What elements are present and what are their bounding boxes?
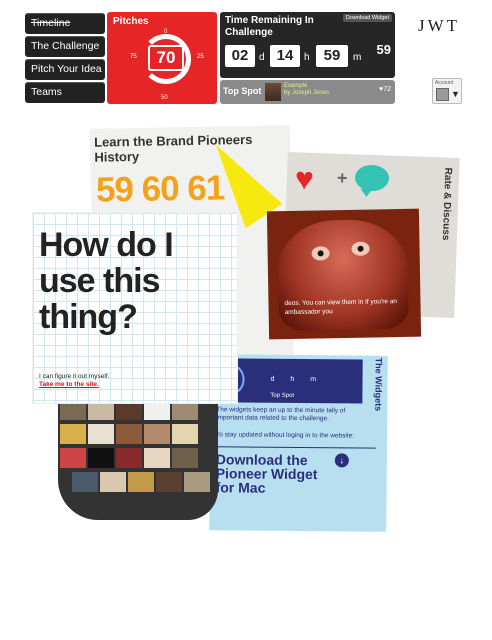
nav-timeline[interactable]: Timeline — [25, 13, 105, 34]
team-photo — [128, 472, 154, 492]
heart-icon: ♥ — [294, 160, 315, 197]
minutes-unit: m — [353, 52, 362, 63]
time-remaining-panel: Time Remaining In Challenge Download Wid… — [220, 12, 395, 78]
team-photo — [116, 424, 142, 444]
history-numbers: 59 60 61 — [96, 168, 225, 210]
pitches-title: Pitches — [113, 16, 149, 27]
widgets-instruction: To stay updated without loging in to the… — [216, 431, 355, 440]
dial-tick-right: 25 — [197, 54, 204, 60]
rate-discuss-title: Rate & Discuss — [439, 167, 454, 241]
download-widget-link[interactable]: Download the Pioneer Widget for Mac — [216, 451, 326, 495]
avatar — [436, 88, 449, 101]
widgets-description: The widgets keep an up to the minute tal… — [216, 406, 346, 423]
team-photos-card — [58, 396, 218, 520]
dial-tick-left: 75 — [130, 54, 137, 60]
help-self-serve-text: I can figure it out myself. — [39, 373, 110, 380]
hours-value: 14 — [270, 45, 300, 67]
widget-top-spot: Top Spot — [270, 392, 295, 399]
account-label: Account — [435, 80, 454, 86]
team-photo — [144, 448, 170, 468]
team-photo — [156, 472, 182, 492]
team-photo — [116, 448, 142, 468]
plus-icon: + — [336, 167, 348, 189]
top-spot-byline: by Joseph Jones — [284, 90, 330, 96]
dial-tick-bottom: 50 — [161, 95, 168, 101]
seconds-value: 59 — [376, 42, 391, 57]
team-photo — [172, 424, 198, 444]
top-spot-votes: ♥72 — [379, 86, 391, 93]
account-menu[interactable]: Account ▼ — [432, 78, 462, 104]
team-photo — [100, 472, 126, 492]
history-number: 60 — [141, 169, 179, 209]
team-photo — [88, 424, 114, 444]
hours-unit: h — [304, 52, 310, 63]
nav-the-challenge[interactable]: The Challenge — [25, 36, 105, 57]
pitches-dial: 70 — [141, 30, 191, 96]
nav-pitch-your-idea[interactable]: Pitch Your Idea — [25, 59, 105, 80]
team-photo — [60, 448, 86, 468]
video-card: deos. You can view them in If you're an … — [266, 208, 422, 340]
team-photo — [60, 424, 86, 444]
help-card: How do I use this thing? I can figure it… — [32, 212, 238, 404]
team-photo — [172, 448, 198, 468]
speech-bubble-icon — [354, 164, 390, 192]
top-spot-entry: Example by Joseph Jones — [284, 83, 329, 97]
widgets-title: The Widgets — [373, 357, 384, 412]
days-unit: d — [259, 52, 265, 63]
team-photo — [184, 472, 210, 492]
minutes-value: 59 — [316, 45, 348, 67]
timer-title: Time Remaining In Challenge — [225, 15, 314, 38]
team-photo — [88, 448, 114, 468]
nav-teams[interactable]: Teams — [25, 82, 105, 103]
dial-tick-top: 0 — [164, 29, 168, 35]
top-spot-thumbnail — [265, 83, 281, 101]
team-photo — [144, 424, 170, 444]
top-spot-bar[interactable]: Top Spot Example by Joseph Jones ♥72 — [220, 80, 395, 104]
monster-eye — [351, 241, 370, 256]
caret-down-icon: ▼ — [451, 89, 460, 99]
pitches-panel: Pitches 70 0 75 25 50 — [107, 12, 217, 104]
team-photo — [72, 472, 98, 492]
widget-units: d h m — [270, 375, 317, 384]
top-spot-example: Example — [284, 83, 308, 89]
monster-eye — [311, 246, 330, 261]
top-spot-label: Top Spot — [223, 86, 262, 96]
pitches-count: 70 — [148, 45, 184, 71]
history-number: 59 — [95, 170, 134, 210]
jwt-logo[interactable]: JWT — [418, 16, 460, 36]
download-widget-link[interactable]: Download Widget — [342, 14, 392, 22]
help-title: How do I use this thing? — [39, 226, 174, 336]
video-caption: deos. You can view them in If you're an … — [284, 298, 398, 317]
download-arrow-icon[interactable]: ↓ — [334, 453, 349, 468]
divider — [215, 446, 376, 449]
take-me-to-site-link[interactable]: Take me to the site. — [39, 381, 99, 388]
days-value: 02 — [225, 45, 255, 67]
